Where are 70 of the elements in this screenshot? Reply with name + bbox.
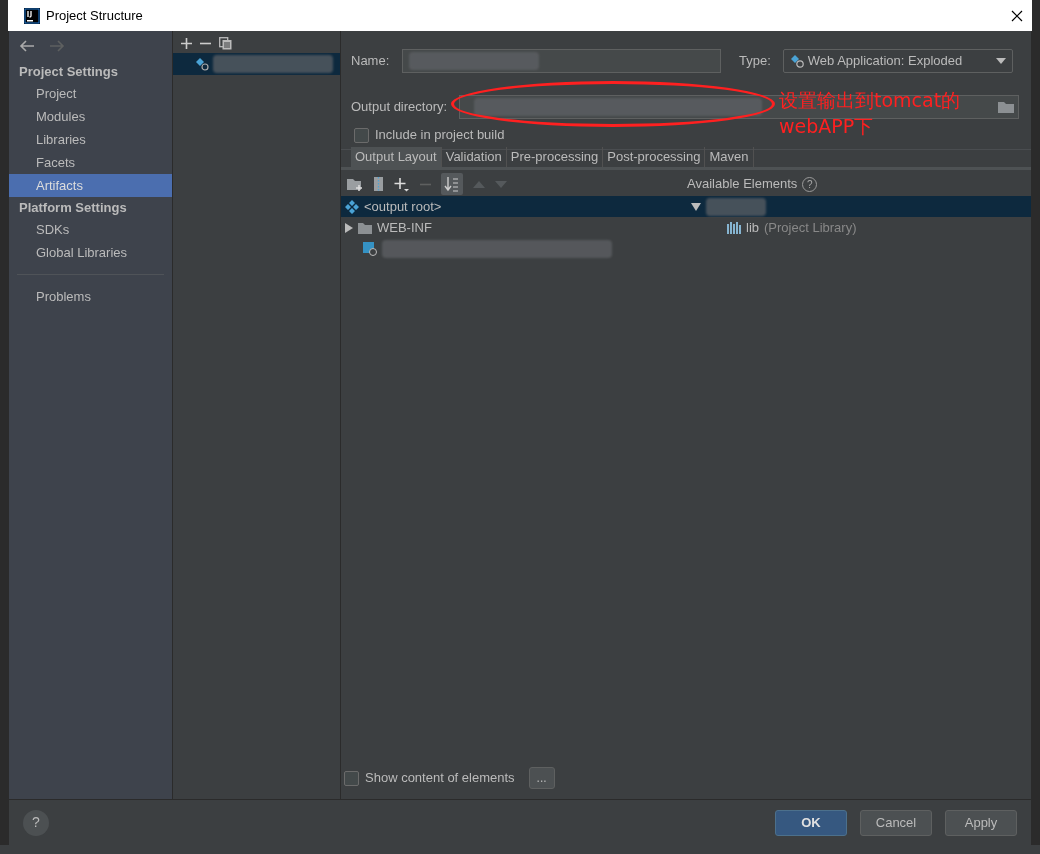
folder-plus-icon: [347, 177, 363, 191]
arrow-left-icon: [19, 40, 35, 52]
folder-icon: [998, 101, 1014, 113]
checkbox[interactable]: [344, 770, 359, 786]
sidebar-item[interactable]: Libraries: [9, 128, 172, 151]
tab[interactable]: Output Layout: [351, 147, 442, 167]
arrow-right-icon: [49, 40, 65, 52]
type-label: Type:: [739, 52, 771, 71]
checkbox[interactable]: [354, 127, 369, 143]
tab[interactable]: Pre-processing: [506, 147, 604, 167]
tab[interactable]: Validation: [441, 147, 507, 167]
sidebar-item[interactable]: Facets: [9, 151, 172, 174]
tree-row[interactable]: WEB-INF: [341, 217, 687, 238]
available-element-row[interactable]: [687, 196, 1031, 217]
help-button[interactable]: ?: [23, 809, 49, 836]
dropdown-caret-icon: [996, 58, 1006, 64]
sidebar-item[interactable]: Global Libraries: [9, 241, 172, 264]
type-dropdown[interactable]: Web Application: Exploded: [782, 49, 1013, 73]
tree-item-label: <output root>: [364, 197, 442, 216]
include-checkbox-label: Include in project build: [375, 126, 505, 145]
sidebar-item[interactable]: Project: [9, 82, 172, 105]
close-icon: [1011, 9, 1023, 22]
expand-arrow-icon: [691, 202, 701, 211]
plus-dropdown-icon: [394, 176, 410, 192]
name-label: Name:: [351, 52, 391, 71]
name-field[interactable]: [402, 49, 721, 73]
browse-button[interactable]: [998, 101, 1014, 113]
library-name: lib: [746, 218, 759, 237]
triangle-up-icon: [473, 180, 485, 188]
sort-icon: [444, 176, 460, 192]
web-module-icon: [789, 54, 804, 68]
expand-arrow-icon: [345, 222, 353, 233]
sidebar-item[interactable]: SDKs: [9, 218, 172, 241]
sidebar-item[interactable]: Modules: [9, 105, 172, 128]
tab[interactable]: Post-processing: [603, 147, 706, 167]
output-root-icon: [345, 199, 359, 214]
show-content-label: Show content of elements: [365, 769, 515, 788]
back-button[interactable]: [17, 38, 37, 54]
output-directory-label: Output directory:: [351, 98, 449, 117]
sidebar-item[interactable]: Problems: [9, 285, 172, 308]
window-title: Project Structure: [46, 6, 143, 25]
archive-icon: [373, 177, 384, 191]
dialog-button[interactable]: OK: [775, 809, 847, 836]
tab[interactable]: Maven: [705, 147, 754, 167]
available-elements-title: Available Elements: [687, 175, 798, 194]
dialog-button[interactable]: Cancel: [860, 809, 932, 836]
triangle-down-icon: [495, 180, 507, 188]
copy-button[interactable]: [219, 36, 232, 50]
dialog-button[interactable]: Apply: [945, 809, 1017, 836]
plus-icon: [181, 37, 192, 49]
add-button[interactable]: [181, 37, 192, 49]
sidebar-item[interactable]: Artifacts: [9, 174, 172, 197]
artifact-icon: [195, 57, 209, 71]
sort-button[interactable]: [441, 173, 463, 195]
sidebar-section-title: Platform Settings: [18, 198, 128, 217]
more-button[interactable]: ...: [528, 767, 555, 789]
tree-item-label: WEB-INF: [377, 218, 432, 237]
annotation-text: 设置输出到tomcat的webAPP下: [779, 88, 962, 139]
forward-button[interactable]: [47, 38, 67, 54]
web-facet-icon: [363, 241, 377, 256]
type-value: Web Application: Exploded: [807, 52, 964, 71]
folder-icon: [358, 221, 372, 234]
library-icon: [727, 221, 741, 234]
sidebar-section-title: Project Settings: [18, 62, 119, 81]
library-type: (Project Library): [764, 218, 857, 237]
blurred-text: [706, 197, 766, 216]
copy-icon: [219, 36, 232, 50]
available-element-row[interactable]: lib (Project Library): [687, 217, 1031, 238]
app-logo-icon: [24, 7, 40, 24]
tree-row[interactable]: <output root>: [341, 196, 687, 217]
